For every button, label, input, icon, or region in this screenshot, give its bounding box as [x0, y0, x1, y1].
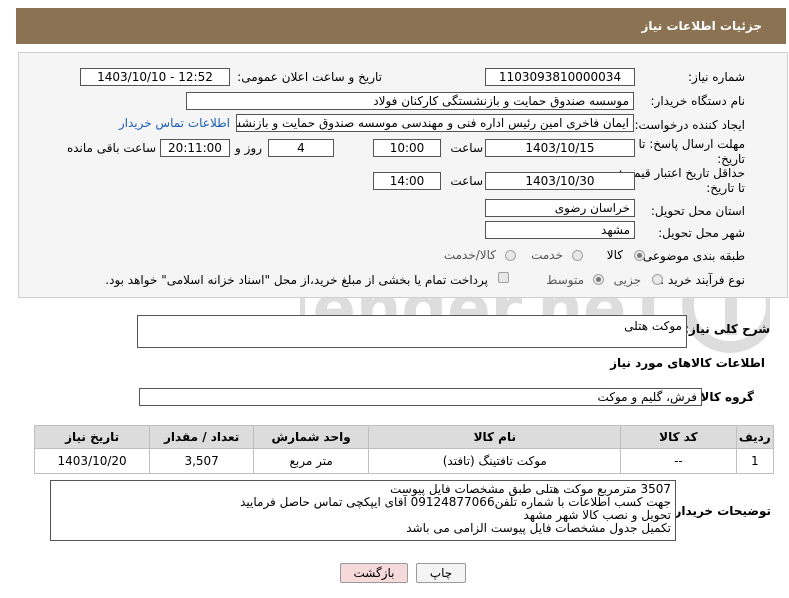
process-option-medium: متوسط — [546, 273, 584, 287]
process-radio-medium[interactable] — [593, 274, 604, 285]
city-field[interactable]: مشهد — [485, 221, 635, 239]
category-option-service: خدمت — [531, 248, 563, 262]
need-number-label: شماره نیاز: — [688, 70, 745, 84]
items-table: ردیف کد کالا نام کالا واحد شمارش تعداد /… — [33, 425, 775, 474]
buyer-contact-link[interactable]: اطلاعات تماس خریدار — [119, 116, 230, 130]
col-header-row-number: ردیف — [735, 425, 775, 449]
deadline-date-field[interactable]: 1403/10/15 — [485, 139, 635, 157]
category-radio-both[interactable] — [505, 250, 516, 261]
table-row[interactable]: 1 -- موکت تافتینگ (تافتد) متر مربع 3,507… — [33, 448, 775, 474]
buyer-org-field[interactable]: موسسه صندوق حمایت و بازنشستگی کارکنان فو… — [186, 92, 634, 110]
cell-row-number: 1 — [735, 448, 775, 474]
buyer-notes-label: توضیحات خریدار: — [669, 504, 771, 518]
deadline-days-label: روز و — [235, 141, 262, 155]
cell-quantity: 3,507 — [149, 448, 255, 474]
process-option-minor: جزیی — [613, 273, 641, 287]
col-header-item-name: نام کالا — [368, 425, 622, 449]
col-header-quantity: تعداد / مقدار — [149, 425, 255, 449]
announce-datetime-field[interactable]: 1403/10/10 - 12:52 — [80, 68, 230, 86]
table-header-row: ردیف کد کالا نام کالا واحد شمارش تعداد /… — [33, 425, 775, 449]
deadline-days-field[interactable]: 4 — [268, 139, 334, 157]
requester-label: ایجاد کننده درخواست: — [634, 118, 745, 132]
print-button[interactable]: چاپ — [416, 563, 466, 583]
province-label: استان محل تحویل: — [650, 204, 745, 218]
col-header-item-code: کد کالا — [620, 425, 737, 449]
treasury-checkbox[interactable] — [498, 272, 509, 283]
province-field[interactable]: خراسان رضوی — [485, 199, 635, 217]
validity-date-field[interactable]: 1403/10/30 — [485, 172, 635, 190]
back-button[interactable]: بازگشت — [340, 563, 408, 583]
category-option-both: کالا/خدمت — [443, 248, 496, 262]
process-label: نوع فرآیند خرید : — [660, 273, 745, 287]
city-label: شهر محل تحویل: — [658, 226, 745, 240]
category-label: طبقه بندی موضوعی: — [638, 249, 745, 263]
goods-info-title: اطلاعات کالاهای مورد نیاز — [610, 356, 765, 370]
cell-unit: متر مربع — [253, 448, 370, 474]
buyer-org-label: نام دستگاه خریدار: — [650, 94, 746, 108]
page-title: جزئیات اطلاعات نیاز — [641, 19, 762, 33]
need-number-field[interactable]: 1103093810000034 — [485, 68, 635, 86]
remaining-time-label: ساعت باقی مانده — [66, 141, 156, 155]
deadline-time-field[interactable]: 10:00 — [373, 139, 441, 157]
page-header: جزئیات اطلاعات نیاز — [16, 8, 786, 44]
buyer-notes-line: تکمیل جدول مشخصات فایل پیوست الزامی می ب… — [406, 521, 671, 535]
cell-need-date: 1403/10/20 — [33, 448, 151, 474]
category-radio-goods[interactable] — [634, 250, 645, 261]
buyer-notes-field[interactable]: 3507 مترمربع موکت هتلی طبق مشخصات فایل پ… — [50, 480, 676, 541]
col-header-unit: واحد شمارش — [253, 425, 370, 449]
summary-field[interactable]: موکت هتلی — [137, 315, 687, 348]
category-option-goods: کالا — [606, 248, 623, 262]
treasury-checkbox-label: پرداخت تمام یا بخشی از مبلغ خرید،از محل … — [105, 273, 488, 287]
goods-group-field[interactable]: فرش، گلیم و موکت — [139, 388, 702, 406]
remaining-time-field[interactable]: 20:11:00 — [160, 139, 230, 157]
validity-time-label: ساعت — [450, 174, 483, 188]
col-header-need-date: تاریخ نیاز — [33, 425, 151, 449]
requester-field[interactable]: ایمان فاخری امین رئیس اداره فنی و مهندسی… — [236, 114, 634, 132]
process-radio-minor[interactable] — [652, 274, 663, 285]
cell-item-code: -- — [620, 448, 737, 474]
goods-group-label: گروه کالا: — [695, 390, 754, 404]
summary-label: شرح کلی نیاز: — [684, 322, 770, 336]
announce-datetime-label: تاریخ و ساعت اعلان عمومی: — [237, 70, 382, 84]
category-radio-service[interactable] — [572, 250, 583, 261]
cell-item-name: موکت تافتینگ (تافتد) — [368, 448, 622, 474]
deadline-time-label: ساعت — [450, 141, 483, 155]
validity-time-field[interactable]: 14:00 — [373, 172, 441, 190]
